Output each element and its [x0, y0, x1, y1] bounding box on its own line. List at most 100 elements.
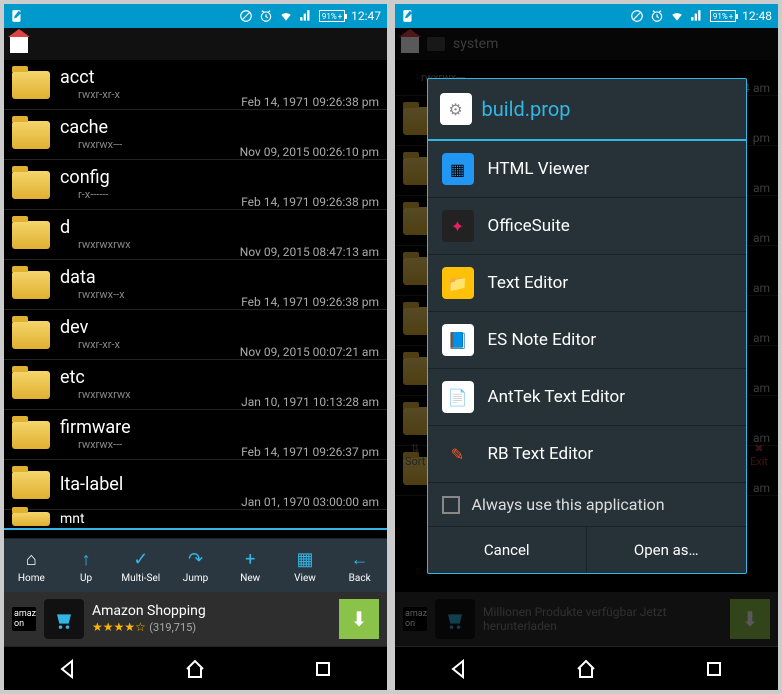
statusbar: 91%+ 12:47 [4, 4, 387, 28]
new-icon: + [238, 547, 262, 571]
folder-small-icon [427, 37, 445, 51]
amazon-badge: amazon [12, 607, 36, 631]
app-option-text-editor[interactable]: 📁 Text Editor [428, 255, 746, 312]
app-label: ES Note Editor [488, 330, 597, 350]
file-list-container: acct rwxr-xr-x Feb 14, 1971 09:26:38 pm … [4, 60, 387, 538]
nav-recent-icon[interactable] [702, 657, 726, 681]
download-icon[interactable]: ⬇ [730, 599, 770, 639]
file-permissions: rwxrwx--- [78, 138, 240, 151]
file-permissions: r-x------ [78, 188, 241, 201]
new-button[interactable]: +New [223, 539, 278, 592]
phone-left: 91%+ 12:47 acct rwxr-xr-x Feb 14, 1971 0… [4, 4, 387, 690]
file-info: etc rwxrwxrwx [60, 368, 241, 401]
open-with-dialog: ⚙ build.prop ▦ HTML Viewer✦ OfficeSuite📁… [427, 78, 747, 574]
file-row[interactable]: etc rwxrwxrwx Jan 10, 1971 10:13:28 am [4, 360, 387, 410]
open-as-button[interactable]: Open as… [587, 527, 746, 573]
file-row[interactable]: firmware rwxrwx--- Feb 14, 1971 09:26:37… [4, 410, 387, 460]
folder-icon [12, 421, 50, 449]
view-icon: ▦ [293, 547, 317, 571]
back-icon: ← [348, 547, 372, 571]
alarm-icon [259, 9, 273, 23]
jump-button[interactable]: ↷Jump [168, 539, 223, 592]
battery-icon: 91%+ [319, 10, 345, 22]
nav-back-icon[interactable] [447, 657, 471, 681]
nav-home-icon[interactable] [183, 657, 207, 681]
file-row[interactable]: lta-label Jan 01, 1970 03:00:00 am [4, 460, 387, 510]
app-icon: 📁 [442, 267, 474, 299]
up-button[interactable]: ↑ Up [59, 539, 114, 592]
navbar [395, 646, 778, 690]
app-label: Text Editor [488, 273, 569, 293]
app-option-anttek-text-editor[interactable]: 📄 AntTek Text Editor [428, 369, 746, 426]
dialog-buttons: Cancel Open as… [428, 526, 746, 573]
folder-icon [12, 71, 50, 99]
signal-icon [299, 9, 313, 23]
app-icon: 📘 [442, 324, 474, 356]
home-icon: ⌂ [19, 547, 43, 571]
statusbar: 91%+ 12:48 [395, 4, 778, 28]
file-permissions: rwxrwxrwx [78, 388, 241, 401]
tool-label: Multi-Sel [121, 573, 160, 584]
file-info: lta-label [60, 475, 241, 495]
home-button[interactable]: ⌂Home [4, 539, 59, 592]
file-date: Jan 10, 1971 10:13:28 am [241, 395, 379, 409]
view-button[interactable]: ▦ View [278, 539, 333, 592]
file-row[interactable]: data rwxrwx--x Feb 14, 1971 09:26:38 pm [4, 260, 387, 310]
amazon-badge: amazon [403, 607, 427, 631]
nav-recent-icon[interactable] [311, 657, 335, 681]
file-row[interactable]: config r-x------ Feb 14, 1971 09:26:38 p… [4, 160, 387, 210]
no-disturb-icon [630, 9, 644, 23]
file-date: Nov 09, 2015 00:07:21 am [240, 345, 379, 359]
multi-sel-icon: ✓ [129, 547, 153, 571]
ad-text: Amazon Shopping ★★★★☆ (319,715) [92, 603, 331, 635]
clock: 12:47 [351, 9, 381, 23]
folder-icon [12, 121, 50, 149]
always-use-row[interactable]: Always use this application [428, 482, 746, 526]
file-info: config r-x------ [60, 168, 241, 201]
file-name: d [60, 218, 240, 238]
content-area: rwxrwx--- Jan 10, 1971 10:08:44 am pm am… [395, 60, 778, 592]
file-permissions: rwxrwx--- [78, 438, 241, 451]
app-option-es-note-editor[interactable]: 📘 ES Note Editor [428, 312, 746, 369]
ad-banner[interactable]: amazon Amazon Shopping ★★★★☆ (319,715) ⬇ [4, 592, 387, 646]
ad-text: Millionen Produkte verfügbar Jetzt herun… [483, 605, 722, 633]
home-icon[interactable] [10, 35, 28, 53]
file-row[interactable]: mnt [4, 510, 387, 530]
tool-label: Up [80, 573, 92, 584]
file-name: firmware [60, 418, 241, 438]
tool-label: View [294, 573, 316, 584]
toolbar: ⌂Home ↑ Up ✓ Multi-Sel ↷Jump+New ▦ View ←Back [4, 538, 387, 592]
file-row[interactable]: dev rwxr-xr-x Nov 09, 2015 00:07:21 am [4, 310, 387, 360]
app-option-html-viewer[interactable]: ▦ HTML Viewer [428, 141, 746, 198]
folder-icon [12, 171, 50, 199]
wifi-icon [670, 9, 684, 23]
checkbox-icon[interactable] [442, 496, 460, 514]
file-permissions: rwxr-xr-x [78, 88, 241, 101]
file-name: config [60, 168, 241, 188]
app-option-rb-text-editor[interactable]: ✎ RB Text Editor [428, 426, 746, 482]
file-name: etc [60, 368, 241, 388]
folder-icon [12, 371, 50, 399]
ad-banner[interactable]: amazon Millionen Produkte verfügbar Jetz… [395, 592, 778, 646]
file-date: Nov 09, 2015 08:47:13 am [240, 245, 379, 259]
multi-sel-button[interactable]: ✓ Multi-Sel [113, 539, 168, 592]
back-button[interactable]: ←Back [332, 539, 387, 592]
nav-home-icon[interactable] [574, 657, 598, 681]
download-icon[interactable]: ⬇ [339, 599, 379, 639]
up-icon: ↑ [74, 547, 98, 571]
file-date: Feb 14, 1971 09:26:38 pm [241, 95, 379, 109]
file-row[interactable]: acct rwxr-xr-x Feb 14, 1971 09:26:38 pm [4, 60, 387, 110]
folder-icon [12, 321, 50, 349]
cancel-button[interactable]: Cancel [428, 527, 588, 573]
app-label: AntTek Text Editor [488, 387, 626, 407]
folder-icon [12, 271, 50, 299]
file-info: cache rwxrwx--- [60, 118, 240, 151]
app-option-officesuite[interactable]: ✦ OfficeSuite [428, 198, 746, 255]
clock: 12:48 [742, 9, 772, 23]
file-date: Jan 01, 1970 03:00:00 am [241, 495, 379, 509]
nav-back-icon[interactable] [56, 657, 80, 681]
file-permissions: rwxr-xr-x [78, 338, 240, 351]
file-row[interactable]: cache rwxrwx--- Nov 09, 2015 00:26:10 pm [4, 110, 387, 160]
amazon-icon [44, 599, 84, 639]
file-row[interactable]: d rwxrwxrwx Nov 09, 2015 08:47:13 am [4, 210, 387, 260]
